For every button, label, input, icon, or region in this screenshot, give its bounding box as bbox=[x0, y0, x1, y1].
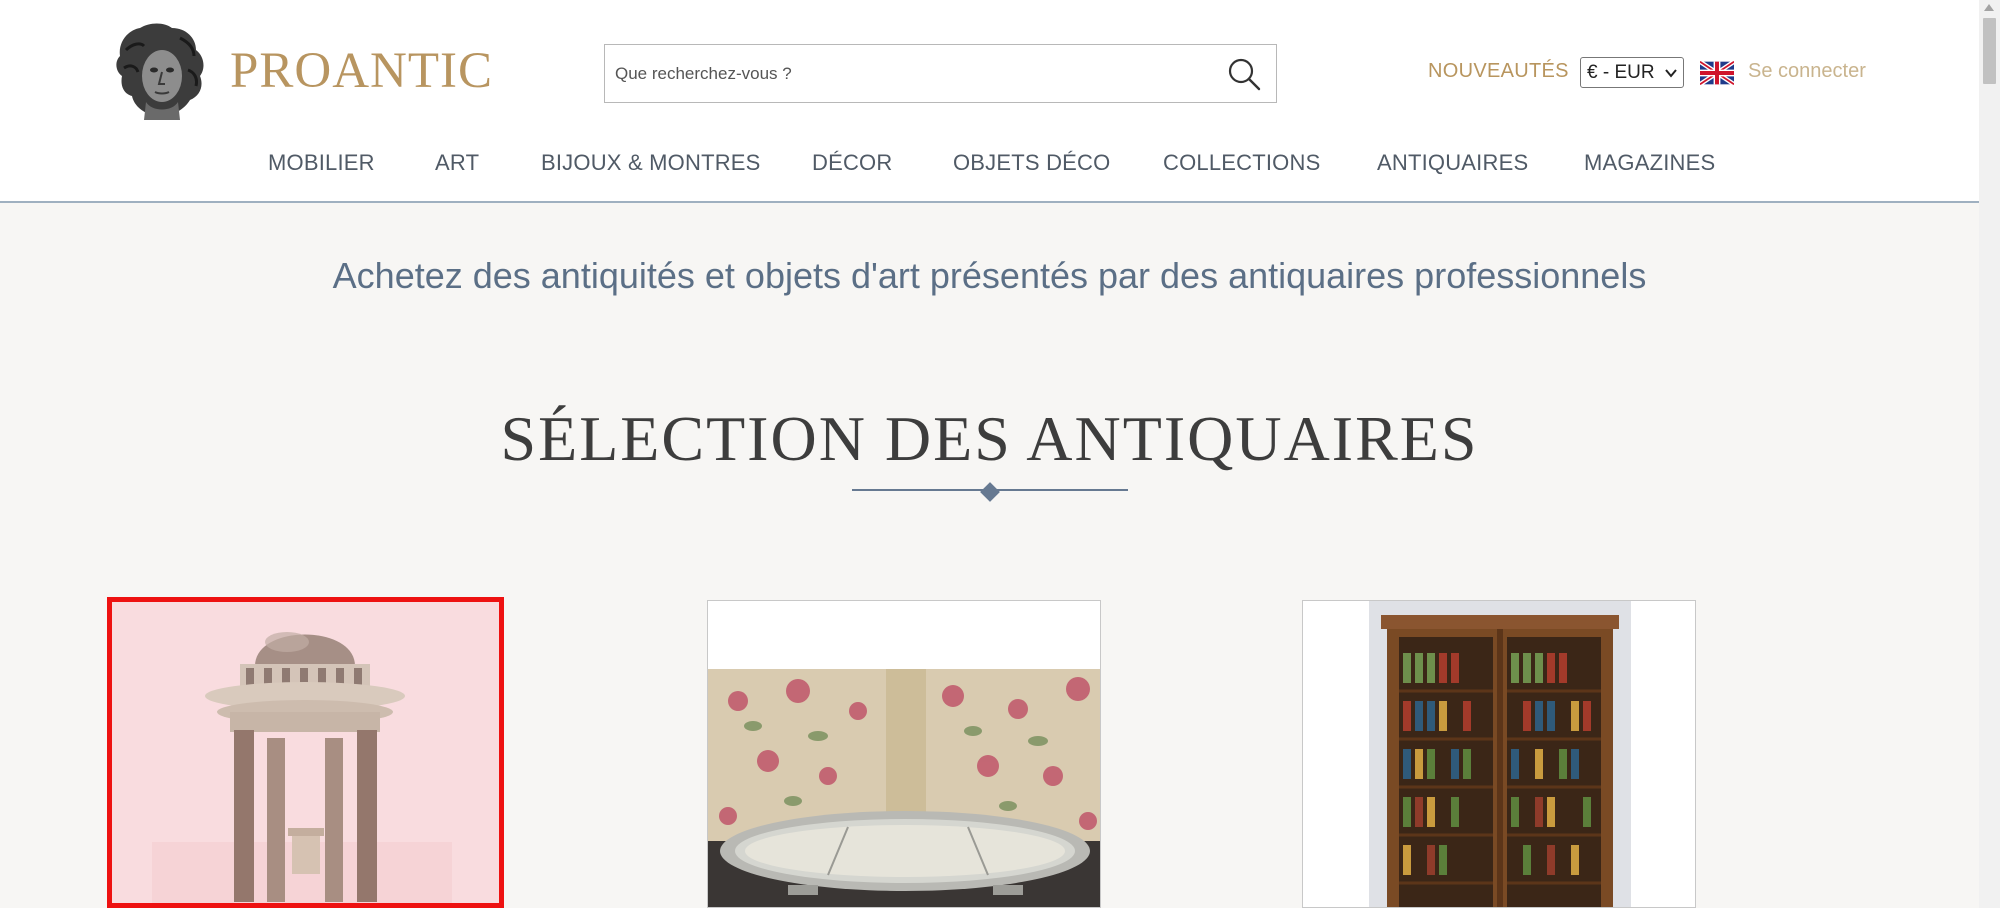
scroll-up-arrow-icon[interactable] bbox=[1984, 4, 1994, 11]
site-logo[interactable]: PROANTIC bbox=[110, 20, 493, 122]
uk-flag-icon[interactable] bbox=[1700, 61, 1734, 85]
site-header: PROANTIC NOUVEAUTÉS € - EUR Se connecter… bbox=[0, 0, 1979, 203]
search-input[interactable] bbox=[615, 45, 1215, 102]
nav-item-collections[interactable]: COLLECTIONS bbox=[1163, 150, 1320, 176]
page-tagline: Achetez des antiquités et objets d'art p… bbox=[332, 255, 1647, 296]
currency-selected-value: € - EUR bbox=[1587, 61, 1655, 83]
nav-item-antiquaires[interactable]: ANTIQUAIRES bbox=[1377, 150, 1528, 176]
silver-mirror-tray-image bbox=[708, 601, 1100, 907]
logo-wordmark: PROANTIC bbox=[230, 43, 494, 99]
nav-item-art[interactable]: ART bbox=[435, 150, 479, 176]
login-link[interactable]: Se connecter bbox=[1748, 60, 1866, 83]
marble-temple-image bbox=[112, 602, 499, 903]
nav-item-objets-deco[interactable]: OBJETS DÉCO bbox=[953, 150, 1110, 176]
main-nav: MOBILIER ART BIJOUX & MONTRES DÉCOR OBJE… bbox=[0, 150, 1979, 180]
nav-item-mobilier[interactable]: MOBILIER bbox=[268, 150, 375, 176]
product-card[interactable] bbox=[1302, 600, 1696, 908]
product-card[interactable] bbox=[707, 600, 1101, 908]
nav-item-bijoux-montres[interactable]: BIJOUX & MONTRES bbox=[541, 150, 761, 176]
section-title: SÉLECTION DES ANTIQUAIRES bbox=[500, 403, 1479, 474]
scrollbar-thumb[interactable] bbox=[1983, 18, 1996, 84]
nav-item-magazines[interactable]: MAGAZINES bbox=[1584, 150, 1715, 176]
product-card[interactable] bbox=[107, 597, 504, 908]
page-scrollbar[interactable] bbox=[1979, 0, 2000, 908]
search-box bbox=[604, 44, 1277, 103]
nav-item-decor[interactable]: DÉCOR bbox=[812, 150, 892, 176]
search-icon[interactable] bbox=[1226, 56, 1262, 92]
title-divider-diamond bbox=[980, 482, 1000, 502]
bust-logo-icon bbox=[116, 23, 204, 120]
bookcase-cabinet-image bbox=[1303, 601, 1695, 907]
nouveautes-link[interactable]: NOUVEAUTÉS bbox=[1428, 60, 1569, 83]
chevron-down-icon bbox=[1665, 69, 1677, 78]
currency-select[interactable]: € - EUR bbox=[1580, 57, 1684, 88]
